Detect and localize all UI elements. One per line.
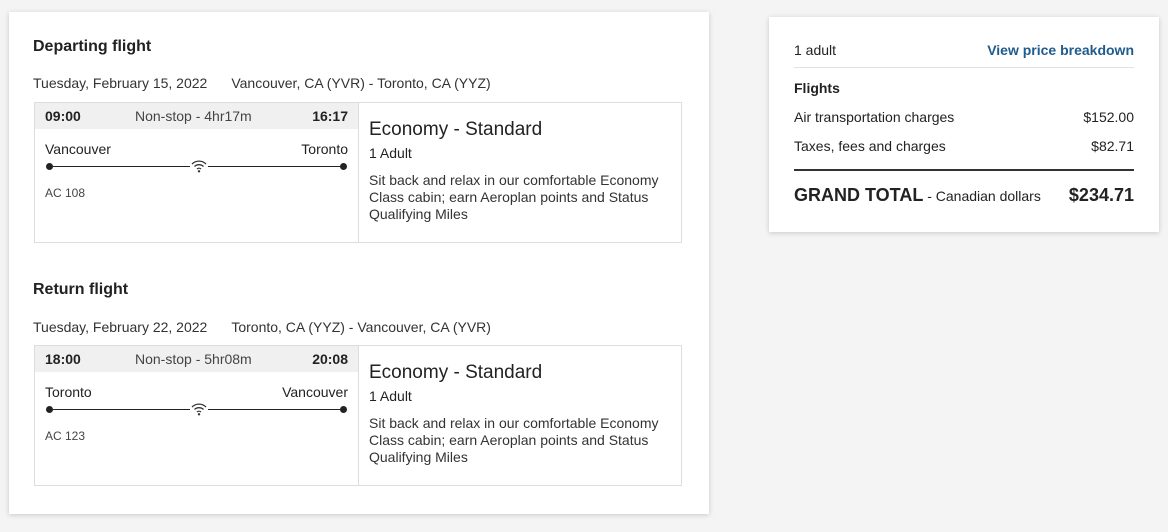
flight-number: AC 123 [45,429,86,443]
return-flight-box[interactable]: 18:00 Non-stop - 5hr08m 20:08 Toronto Va… [34,345,682,486]
time-bar: 09:00 Non-stop - 4hr17m 16:17 [35,103,358,129]
departure-time: 09:00 [45,108,81,124]
origin-city: Vancouver [45,141,111,157]
departing-date: Tuesday, February 15, 2022 [33,75,208,91]
price-line-air: Air transportation charges $152.00 [794,109,1134,125]
destination-dot [340,406,347,413]
price-line-taxes: Taxes, fees and charges $82.71 [794,138,1134,154]
route-line [46,402,347,416]
flight-duration: Non-stop - 5hr08m [135,351,252,367]
origin-dot [46,163,53,170]
flights-card: Departing flight Tuesday, February 15, 2… [9,12,709,514]
flight-number: AC 108 [45,186,86,200]
destination-city: Toronto [301,141,348,157]
departing-flight-title: Departing flight [33,38,152,55]
departure-time: 18:00 [45,351,81,367]
fare-description: Sit back and relax in our comfortable Ec… [369,415,659,465]
return-date: Tuesday, February 22, 2022 [33,319,208,335]
grand-total-value: $234.71 [1068,185,1134,205]
passenger-count: 1 Adult [369,145,412,161]
destination-city: Vancouver [282,384,348,400]
departing-route: Vancouver, CA (YVR) - Toronto, CA (YYZ) [231,75,491,91]
fare-details: Economy - Standard 1 Adult Sit back and … [369,346,679,485]
price-summary-card: 1 adult View price breakdown Flights Air… [769,17,1159,232]
cabin-class: Economy - Standard [369,119,543,140]
passenger-count: 1 Adult [369,388,412,404]
return-date-line: Tuesday, February 22, 2022 Toronto, CA (Y… [33,319,491,335]
return-flight-title: Return flight [33,281,129,298]
route-line [46,159,347,173]
flight-itinerary: 18:00 Non-stop - 5hr08m 20:08 Toronto Va… [35,346,359,485]
price-line-label: Taxes, fees and charges [794,138,946,154]
arrival-time: 20:08 [312,351,348,367]
flight-duration: Non-stop - 4hr17m [135,108,252,124]
arrival-time: 16:17 [312,108,348,124]
price-line-value: $152.00 [1083,109,1134,125]
fare-details: Economy - Standard 1 Adult Sit back and … [369,103,679,242]
grand-total-currency: - Canadian dollars [923,188,1041,204]
divider [794,67,1134,68]
cabin-class: Economy - Standard [369,362,543,383]
grand-total-label: GRAND TOTAL - Canadian dollars [794,185,1041,206]
price-line-value: $82.71 [1091,138,1134,154]
departing-date-line: Tuesday, February 15, 2022 Vancouver, CA … [33,75,491,91]
view-price-breakdown-link[interactable]: View price breakdown [987,42,1134,58]
wifi-icon [190,402,208,416]
grand-total-title: GRAND TOTAL [794,185,924,205]
origin-dot [46,406,53,413]
time-bar: 18:00 Non-stop - 5hr08m 20:08 [35,346,358,372]
fare-description: Sit back and relax in our comfortable Ec… [369,172,659,222]
origin-city: Toronto [45,384,92,400]
return-route: Toronto, CA (YYZ) - Vancouver, CA (YVR) [231,319,491,335]
departing-flight-box[interactable]: 09:00 Non-stop - 4hr17m 16:17 Vancouver … [34,102,682,243]
wifi-icon [190,159,208,173]
flight-itinerary: 09:00 Non-stop - 4hr17m 16:17 Vancouver … [35,103,359,242]
flights-heading: Flights [794,80,840,96]
price-line-label: Air transportation charges [794,109,955,125]
destination-dot [340,163,347,170]
total-divider [794,169,1134,171]
